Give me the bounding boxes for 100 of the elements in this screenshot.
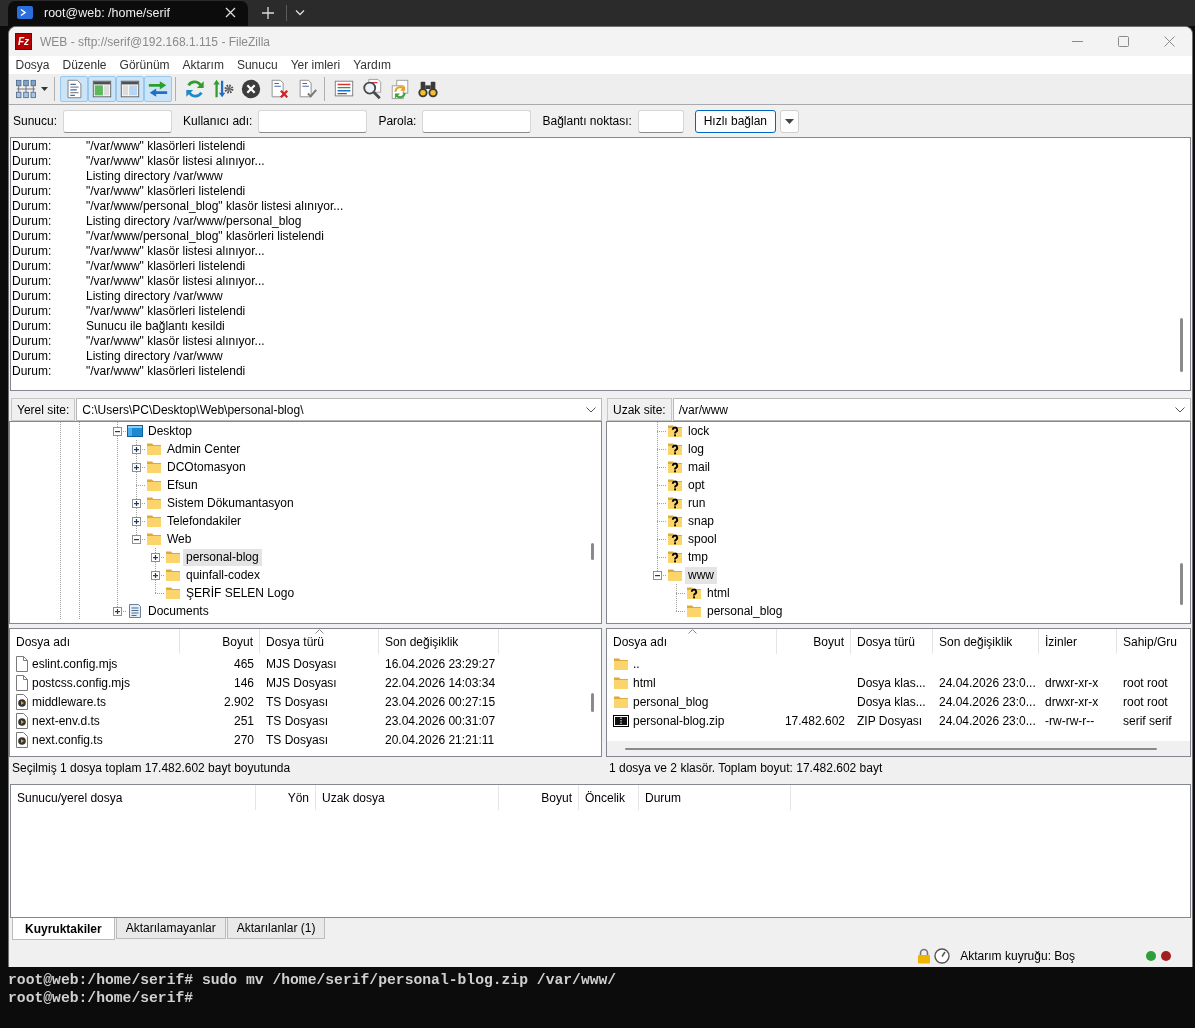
scrollbar-thumb[interactable] [625,747,1157,750]
tree-item[interactable]: quinfall-codex [183,566,264,584]
password-field[interactable] [422,109,532,133]
file-name[interactable]: personal_blog [633,694,709,709]
tree-item[interactable]: Web [164,530,195,548]
tree-item[interactable]: Telefondakiler [164,512,245,530]
tree-item[interactable]: log [685,440,707,458]
tree-item[interactable]: personal_blog [704,602,786,620]
file-name[interactable]: next-env.d.ts [32,713,100,728]
terminal-tab[interactable]: root@web: /home/serif [8,1,248,26]
queue-tab[interactable]: Aktarılamayanlar [115,918,226,939]
scrollbar-thumb[interactable] [591,543,594,560]
dropdown-button[interactable] [779,109,799,133]
table-cell: root root [1123,694,1168,709]
menu-item[interactable]: Aktarım [176,56,231,74]
menu-item[interactable]: Görünüm [113,56,177,74]
expand-icon[interactable] [113,606,122,616]
column-header[interactable]: Dosya türü [851,629,933,654]
maximize-icon[interactable] [1117,36,1129,47]
tree-item[interactable]: personal-blog [183,548,262,566]
expand-icon[interactable] [132,516,141,526]
tree-item[interactable]: Efsun [164,476,201,494]
tree-item[interactable]: Admin Center [164,440,244,458]
path-combobox[interactable]: /var/www [672,398,1191,421]
column-header[interactable]: İzinler [1039,629,1117,654]
menu-item[interactable]: Düzenle [56,56,114,74]
host-field[interactable] [63,109,173,133]
scrollbar-thumb[interactable] [591,693,594,712]
expand-icon[interactable] [132,498,141,508]
menu-item[interactable]: Dosya [9,56,56,74]
column-header[interactable]: Boyut [499,785,579,810]
expand-icon[interactable] [132,444,141,454]
column-header[interactable]: Boyut [777,629,851,654]
file-name[interactable]: personal-blog.zip [633,713,725,728]
toolbar-button[interactable] [116,76,144,102]
file-name[interactable]: html [633,675,656,690]
queue-tab[interactable]: Kuyruktakiler [12,918,115,940]
expand-icon[interactable] [132,462,141,472]
file-name[interactable]: eslint.config.mjs [32,656,118,671]
file-name[interactable]: next.config.ts [32,732,103,747]
table-cell: 24.04.2026 23:0... [939,713,1036,728]
tree-item[interactable]: html [704,584,733,602]
column-header[interactable]: Son değişiklik [379,629,499,654]
toolbar-button[interactable] [88,76,116,102]
log-message: "/var/www" klasör listesi alınıyor... [86,154,265,169]
file-name[interactable]: .. [633,656,640,671]
file-name[interactable]: middleware.ts [32,694,107,709]
tree-item[interactable]: Sistem Dökumantasyon [164,494,297,512]
caret-icon [41,87,48,91]
refresh-icon [184,78,206,100]
queue-tab[interactable]: Aktarılanlar (1) [226,918,326,939]
window-panes-icon [91,78,113,100]
scrollbar-thumb[interactable] [1180,318,1183,372]
column-header[interactable]: Sunucu/yerel dosya [11,785,256,810]
table-cell: root root [1123,675,1168,690]
scrollbar[interactable] [607,741,1190,756]
collapse-icon[interactable] [132,534,141,544]
arrows-gear-icon [212,78,234,100]
chevron-down-icon[interactable] [295,9,305,16]
tree-item[interactable]: DCOtomasyon [164,458,249,476]
tree-item[interactable]: lock [685,422,713,440]
file-name[interactable]: postcss.config.mjs [32,675,131,690]
column-header[interactable]: Son değişiklik [933,629,1039,654]
scrollbar-thumb[interactable] [1180,563,1183,605]
menu-item[interactable]: Yardım [346,56,398,74]
column-header[interactable]: Dosya adı [607,629,777,654]
log-label: Durum: [12,349,53,364]
expand-icon[interactable] [151,552,160,562]
column-header[interactable]: Durum [639,785,791,810]
column-header[interactable]: Öncelik [579,785,639,810]
port-field[interactable] [637,109,684,133]
column-header[interactable]: Uzak dosya [316,785,499,810]
log-message: Listing directory /var/www/personal_blog [86,214,302,229]
tree-item[interactable]: run [685,494,709,512]
tree-item[interactable]: www [685,566,717,584]
collapse-icon[interactable] [653,570,662,580]
menu-item[interactable]: Yer imleri [284,56,347,74]
column-header[interactable]: Dosya türü [260,629,379,654]
tree-item[interactable]: mail [685,458,713,476]
tree-item[interactable]: spool [685,530,720,548]
tree-item[interactable]: ŞERİF SELEN Logo [183,584,298,602]
tree-item[interactable]: opt [685,476,708,494]
folder-question-icon [667,423,683,439]
menu-item[interactable]: Sunucu [230,56,285,74]
expand-icon[interactable] [151,570,160,580]
plus-icon[interactable] [262,6,274,19]
quickconnect-button[interactable]: Hızlı bağlan [694,109,776,133]
column-header[interactable]: Yön [256,785,316,810]
log-label: Durum: [12,184,53,199]
tree-item[interactable]: tmp [685,548,711,566]
column-header[interactable]: Sahip/Gru [1117,629,1183,654]
tree-item[interactable]: Desktop [145,422,196,440]
column-header[interactable]: Boyut [180,629,260,654]
collapse-icon[interactable] [113,426,122,436]
column-header[interactable]: Dosya adı [10,629,180,654]
tree-item[interactable]: snap [685,512,718,530]
username-field[interactable] [258,109,368,133]
folder-icon [146,531,162,547]
path-combobox[interactable]: C:\Users\PC\Desktop\Web\personal-blog\ [76,398,602,421]
tree-item[interactable]: Documents [145,602,212,620]
